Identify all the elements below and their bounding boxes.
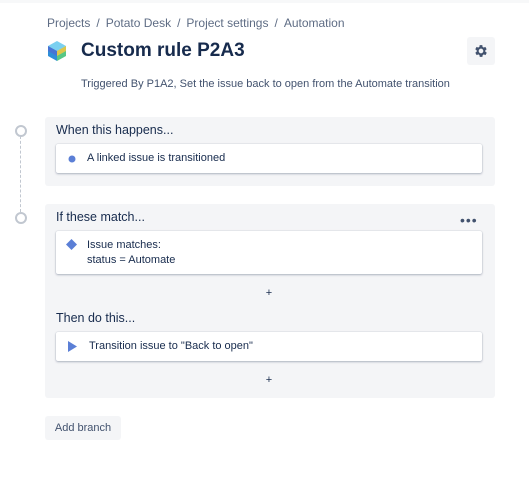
trigger-card-text: A linked issue is transitioned (87, 152, 226, 164)
breadcrumb-separator: / (177, 16, 181, 30)
more-options-button[interactable]: ••• (460, 212, 478, 228)
breadcrumb: Projects / Potato Desk / Project settings / Au… (47, 16, 345, 30)
add-branch-button[interactable]: Add branch (45, 416, 121, 440)
trigger-heading: When this happens... (56, 123, 174, 137)
add-component-button[interactable]: + (263, 287, 275, 299)
action-card[interactable]: Transition issue to "Back to open" (56, 332, 482, 361)
trigger-panel: When this happens... A linked issue is t… (45, 117, 495, 186)
rule-title: Custom rule P2A3 (81, 40, 245, 61)
action-heading: Then do this... (56, 311, 136, 325)
condition-panel: If these match... ••• Issue matches: sta… (45, 204, 495, 398)
condition-line-2: status = Automate (87, 254, 176, 266)
gear-icon (475, 45, 487, 57)
breadcrumb-project-settings[interactable]: Project settings (186, 16, 268, 30)
condition-line-1: Issue matches: (87, 239, 161, 251)
diamond-icon (66, 239, 77, 250)
condition-card[interactable]: Issue matches: status = Automate (56, 231, 482, 274)
timeline-node-condition (15, 212, 27, 224)
condition-heading: If these match... (56, 210, 145, 224)
settings-button[interactable] (467, 37, 495, 65)
breadcrumb-projects[interactable]: Projects (47, 16, 90, 30)
rule-subtitle: Triggered By P1A2, Set the issue back to… (81, 78, 450, 90)
add-action-button[interactable]: + (263, 374, 275, 386)
timeline-node-trigger (15, 125, 27, 137)
timeline-connector (20, 136, 21, 212)
breadcrumb-project[interactable]: Potato Desk (106, 16, 171, 30)
dot-icon (68, 155, 76, 163)
trigger-card[interactable]: A linked issue is transitioned (56, 144, 482, 173)
play-icon (68, 341, 77, 352)
breadcrumb-separator: / (274, 16, 278, 30)
action-card-text: Transition issue to "Back to open" (89, 340, 253, 352)
breadcrumb-separator: / (96, 16, 100, 30)
top-border (0, 0, 529, 3)
project-avatar-icon (46, 40, 68, 62)
breadcrumb-automation[interactable]: Automation (284, 16, 345, 30)
